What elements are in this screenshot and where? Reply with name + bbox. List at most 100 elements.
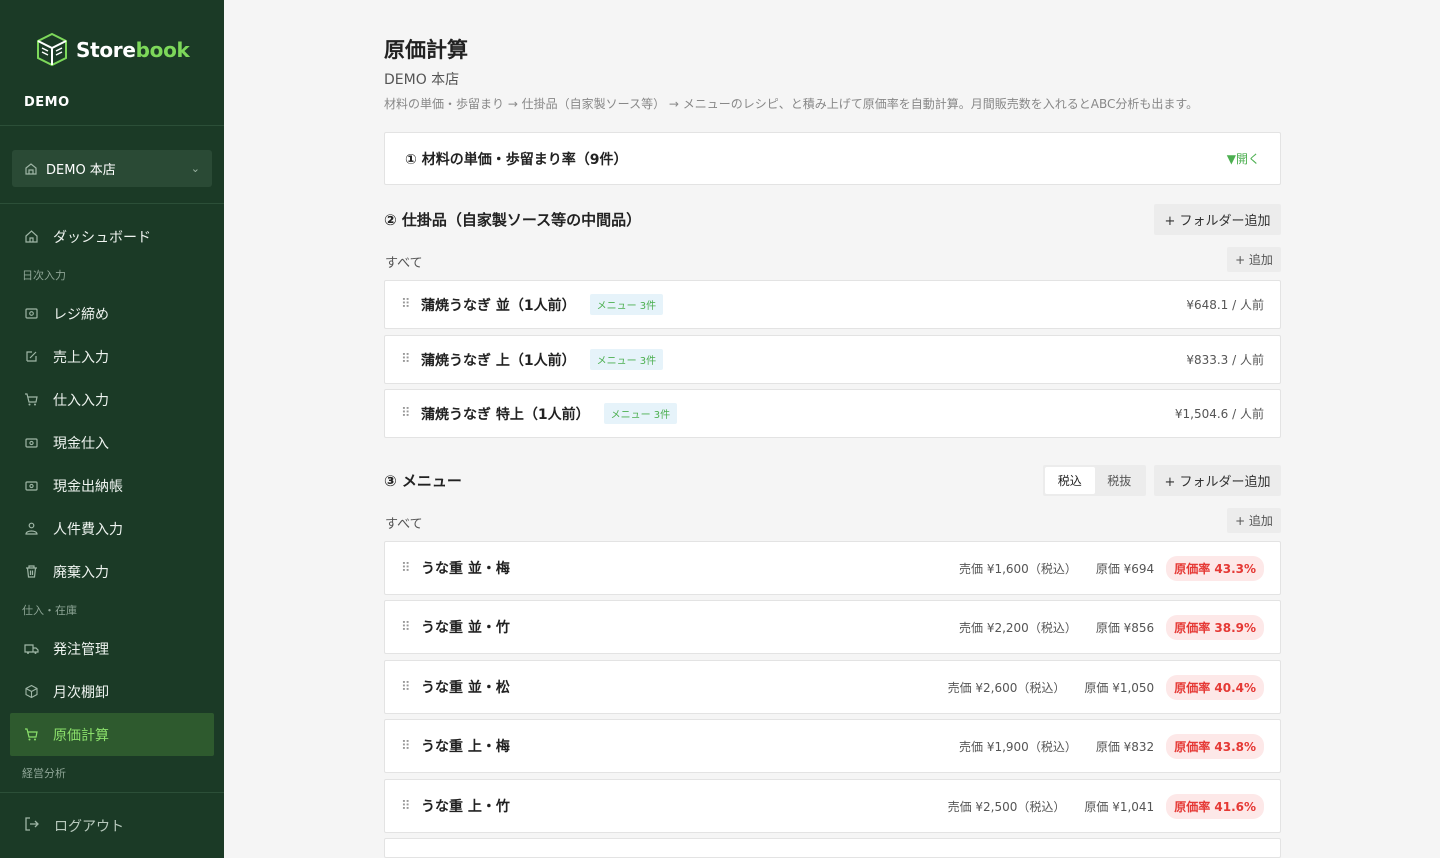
menu-name: うな重 上・梅 — [421, 739, 510, 755]
menu-price: 売価 ¥2,500（税込） — [947, 799, 1066, 814]
menu-row-partial[interactable] — [384, 838, 1281, 858]
trash-icon — [23, 564, 39, 580]
menu-name: うな重 並・梅 — [421, 561, 510, 577]
sidebar-item-inventory[interactable]: 月次棚卸 — [10, 670, 214, 713]
store-select[interactable]: DEMO 本店 ⌄ — [12, 150, 212, 187]
wip-row[interactable]: ⠿ 蒲焼うなぎ 上（1人前） メニュー 3件 ¥833.3 / 人前 — [384, 335, 1281, 384]
sidebar-item-label: 廃棄入力 — [53, 564, 109, 581]
page-title: 原価計算 — [384, 38, 468, 62]
sidebar-item-labor-cost[interactable]: 人件費入力 — [10, 507, 214, 550]
truck-icon — [23, 641, 39, 657]
sidebar-item-label: 人件費入力 — [53, 521, 123, 538]
logout-button[interactable]: ログアウト — [0, 792, 224, 858]
sidebar-item-cash-purchase[interactable]: 現金仕入 — [10, 421, 214, 464]
logout-icon — [24, 816, 40, 836]
nav-section-stock: 仕入・在庫 — [22, 604, 77, 617]
folder-all-label[interactable]: すべて — [385, 252, 423, 271]
materials-section-header[interactable]: ① 材料の単価・歩留まり率（9件） ▼開く — [384, 132, 1281, 185]
cost-ratio-badge: 原価率 43.3% — [1166, 555, 1264, 581]
sidebar-item-label: レジ締め — [53, 306, 109, 323]
add-menu-button[interactable]: + 追加 — [1227, 508, 1281, 533]
sidebar-item-label: 月次棚卸 — [53, 684, 109, 701]
menu-section-header: ③ メニュー 税込 税抜 + フォルダー追加 — [384, 464, 1281, 496]
divider — [0, 203, 224, 204]
menu-price: 売価 ¥2,600（税込） — [947, 680, 1066, 695]
page-store-name: DEMO 本店 — [384, 72, 460, 88]
tax-excluded-option[interactable]: 税抜 — [1095, 467, 1145, 494]
add-folder-button[interactable]: + フォルダー追加 — [1154, 203, 1281, 235]
drag-handle-icon[interactable]: ⠿ — [401, 297, 421, 312]
wip-name: 蒲焼うなぎ 並（1人前） — [421, 297, 576, 314]
wip-cost: ¥833.3 / 人前 — [1186, 353, 1264, 367]
drag-handle-icon[interactable]: ⠿ — [401, 799, 421, 814]
cost-ratio-badge: 原価率 41.6% — [1166, 793, 1264, 819]
nav-section-daily: 日次入力 — [22, 269, 66, 282]
menu-section-title: ③ メニュー — [384, 471, 462, 490]
drag-handle-icon[interactable]: ⠿ — [401, 680, 421, 695]
book-logo-icon — [37, 32, 67, 67]
drag-handle-icon[interactable]: ⠿ — [401, 561, 421, 576]
menu-row[interactable]: ⠿ うな重 並・竹 売価 ¥2,200（税込） 原価 ¥856 原価率 38.9… — [384, 600, 1281, 654]
folder-all-label[interactable]: すべて — [385, 513, 423, 532]
divider — [0, 125, 224, 126]
expand-toggle[interactable]: ▼開く — [1227, 150, 1260, 167]
store-select-label: DEMO 本店 — [46, 163, 116, 178]
menu-cost: 原価 ¥1,041 — [1084, 799, 1155, 814]
menu-count-badge: メニュー 3件 — [589, 294, 664, 315]
cart-icon — [23, 392, 39, 408]
add-folder-button[interactable]: + フォルダー追加 — [1154, 464, 1281, 496]
sidebar: Storebook DEMO DEMO 本店 ⌄ ダッシュボード 日次入力 レジ… — [0, 0, 224, 858]
sidebar-item-cashbook[interactable]: 現金出納帳 — [10, 464, 214, 507]
drag-handle-icon[interactable]: ⠿ — [401, 739, 421, 754]
edit-icon — [23, 349, 39, 365]
sidebar-item-register[interactable]: レジ締め — [10, 292, 214, 335]
wip-section-title: ② 仕掛品（自家製ソース等の中間品） — [384, 210, 642, 229]
menu-price: 売価 ¥1,600（税込） — [959, 561, 1077, 576]
home-icon — [23, 229, 39, 245]
wip-name: 蒲焼うなぎ 上（1人前） — [421, 352, 576, 369]
sidebar-item-orders[interactable]: 発注管理 — [10, 627, 214, 670]
menu-cost: 原価 ¥1,050 — [1084, 680, 1155, 695]
add-wip-button[interactable]: + 追加 — [1227, 247, 1281, 272]
org-name: DEMO — [24, 95, 70, 110]
sidebar-item-label: 売上入力 — [53, 349, 109, 366]
wip-row[interactable]: ⠿ 蒲焼うなぎ 特上（1人前） メニュー 3件 ¥1,504.6 / 人前 — [384, 389, 1281, 438]
drag-handle-icon[interactable]: ⠿ — [401, 620, 421, 635]
logout-label: ログアウト — [54, 818, 124, 835]
sidebar-item-label: 発注管理 — [53, 641, 109, 658]
sidebar-item-waste-input[interactable]: 廃棄入力 — [10, 550, 214, 593]
store-icon — [25, 162, 37, 175]
menu-row[interactable]: ⠿ うな重 並・松 売価 ¥2,600（税込） 原価 ¥1,050 原価率 40… — [384, 660, 1281, 714]
sidebar-item-label: 現金出納帳 — [53, 478, 123, 495]
wip-cost: ¥1,504.6 / 人前 — [1174, 407, 1264, 421]
logo[interactable]: Storebook — [36, 32, 190, 68]
cart-icon — [23, 727, 39, 743]
cost-ratio-badge: 原価率 40.4% — [1166, 674, 1264, 700]
drag-handle-icon[interactable]: ⠿ — [401, 406, 421, 421]
box-icon — [23, 684, 39, 700]
cash-icon — [23, 435, 39, 451]
menu-row[interactable]: ⠿ うな重 上・梅 売価 ¥1,900（税込） 原価 ¥832 原価率 43.8… — [384, 719, 1281, 773]
menu-row[interactable]: ⠿ うな重 上・竹 売価 ¥2,500（税込） 原価 ¥1,041 原価率 41… — [384, 779, 1281, 833]
sidebar-item-label: ダッシュボード — [53, 229, 151, 246]
sidebar-item-dashboard[interactable]: ダッシュボード — [10, 215, 214, 258]
sidebar-item-purchase-input[interactable]: 仕入入力 — [10, 378, 214, 421]
tax-included-option[interactable]: 税込 — [1045, 466, 1095, 494]
materials-section-title: ① 材料の単価・歩留まり率（9件） — [405, 151, 628, 168]
menu-price: 売価 ¥2,200（税込） — [959, 620, 1077, 635]
sidebar-item-label: 仕入入力 — [53, 392, 109, 409]
wip-cost: ¥648.1 / 人前 — [1186, 298, 1264, 312]
wip-row[interactable]: ⠿ 蒲焼うなぎ 並（1人前） メニュー 3件 ¥648.1 / 人前 — [384, 280, 1281, 329]
sidebar-nav: ダッシュボード 日次入力 レジ締め 売上入力 仕入入力 現金仕入 現金出納帳 人… — [10, 215, 214, 790]
cashbook-icon — [23, 478, 39, 494]
sidebar-item-cost-calc[interactable]: 原価計算 — [10, 713, 214, 756]
tax-toggle[interactable]: 税込 税抜 — [1043, 464, 1146, 496]
chevron-down-icon: ⌄ — [190, 162, 200, 175]
menu-name: うな重 並・竹 — [421, 620, 510, 636]
cost-ratio-badge: 原価率 38.9% — [1166, 614, 1264, 640]
drag-handle-icon[interactable]: ⠿ — [401, 352, 421, 367]
sidebar-item-label: 原価計算 — [53, 727, 109, 744]
menu-cost: 原価 ¥856 — [1095, 620, 1155, 635]
sidebar-item-sales-input[interactable]: 売上入力 — [10, 335, 214, 378]
menu-row[interactable]: ⠿ うな重 並・梅 売価 ¥1,600（税込） 原価 ¥694 原価率 43.3… — [384, 541, 1281, 595]
